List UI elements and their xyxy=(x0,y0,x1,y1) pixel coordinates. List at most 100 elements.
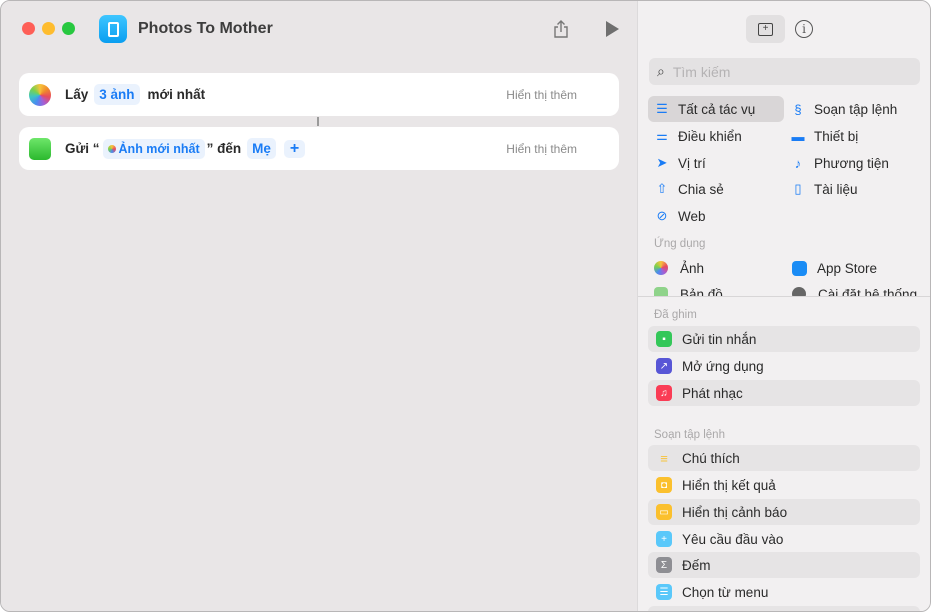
action-get-latest-photos[interactable]: Lấy 3 ảnh mới nhất Hiển thị thêm xyxy=(19,73,619,116)
category-label: Tài liệu xyxy=(814,181,858,197)
alert-icon: ▭ xyxy=(656,504,672,520)
zoom-button[interactable] xyxy=(62,22,75,35)
app-app-store[interactable]: App Store xyxy=(792,255,877,281)
category-all-actions[interactable]: ☰ Tất cả tác vụ xyxy=(648,96,784,122)
action-ask-input[interactable]: + Yêu cầu đầu vào xyxy=(648,526,920,552)
category-label: Phương tiện xyxy=(814,155,889,171)
app-photos[interactable]: Ảnh xyxy=(654,255,704,281)
action-label: Hiển thị cảnh báo xyxy=(682,504,788,520)
show-result-icon: ◘ xyxy=(656,477,672,493)
editor-pane: Photos To Mother Lấy 3 ảnh mới nhất Hiển… xyxy=(1,1,637,611)
share-icon[interactable] xyxy=(553,19,569,39)
action-label: Chú thích xyxy=(682,450,740,466)
search-icon: ⌕ xyxy=(657,63,665,79)
info-icon[interactable]: i xyxy=(795,20,813,38)
app-store-icon xyxy=(792,260,807,276)
shortcut-title[interactable]: Photos To Mother xyxy=(138,20,273,38)
action-choose-from-menu[interactable]: ☰ Chọn từ menu xyxy=(648,579,920,605)
action-show-alert[interactable]: ▭ Hiển thị cảnh báo xyxy=(648,499,920,525)
app-system-settings[interactable]: Cài đặt hệ thống xyxy=(792,281,917,296)
category-web[interactable]: ⊘ Web xyxy=(654,203,706,229)
app-label: App Store xyxy=(817,260,878,276)
photos-icon xyxy=(654,261,668,275)
category-label: Web xyxy=(678,208,706,224)
pane-divider[interactable] xyxy=(638,296,930,297)
category-label: Chia sẻ xyxy=(678,181,724,197)
ask-input-icon: + xyxy=(656,531,672,547)
music-note-icon: ♪ xyxy=(794,155,802,171)
variable-label: Ảnh mới nhất xyxy=(118,141,200,156)
pinned-send-message[interactable]: ▪ Gửi tin nhắn xyxy=(648,326,920,352)
show-more-link[interactable]: Hiển thị thêm xyxy=(506,88,577,102)
messages-icon: ▪ xyxy=(656,331,672,347)
action-label: Phát nhạc xyxy=(682,385,743,401)
action-comment[interactable]: ≡ Chú thích xyxy=(648,445,920,471)
scripting-icon: § xyxy=(794,101,802,117)
action-verb: Lấy xyxy=(65,87,89,102)
open-app-icon: ↗ xyxy=(656,358,672,374)
shortcuts-window: Photos To Mother Lấy 3 ảnh mới nhất Hiển… xyxy=(0,0,931,612)
menu-icon: ☰ xyxy=(656,584,672,600)
category-sharing[interactable]: ⇧ Chia sẻ xyxy=(654,176,724,202)
messages-icon xyxy=(29,137,51,160)
app-label: Cài đặt hệ thống xyxy=(818,286,918,297)
category-scripting[interactable]: § Soạn tập lệnh xyxy=(790,96,897,122)
action-label: Chọn từ menu xyxy=(682,584,769,600)
music-icon: ♫ xyxy=(656,385,672,401)
category-label: Điều khiển xyxy=(678,128,742,144)
action-label: Yêu cầu đầu vào xyxy=(682,531,784,547)
scripting-header: Soạn tập lệnh xyxy=(654,429,725,441)
category-label: Tất cả tác vụ xyxy=(678,101,756,117)
apps-list: Ảnh App Store Bản đồ Cài đặt hệ thống xyxy=(638,255,930,296)
action-verb: Gửi “ xyxy=(65,141,100,156)
action-label: Mở ứng dụng xyxy=(682,358,764,374)
pinned-header: Đã ghim xyxy=(654,309,697,321)
app-label: Ảnh xyxy=(680,260,705,276)
category-label: Vị trí xyxy=(678,155,706,171)
maps-icon xyxy=(654,287,668,296)
action-mid: ” đến xyxy=(206,141,242,156)
action-next[interactable] xyxy=(648,606,920,611)
latest-photos-variable[interactable]: Ảnh mới nhất xyxy=(102,138,205,159)
action-label: Hiển thị kết quả xyxy=(682,477,776,493)
minimize-button[interactable] xyxy=(42,22,55,35)
add-action-icon: + xyxy=(758,22,773,36)
app-maps[interactable]: Bản đồ xyxy=(654,281,723,296)
run-icon[interactable] xyxy=(606,21,619,37)
category-documents[interactable]: ▯ Tài liệu xyxy=(790,176,858,202)
category-location[interactable]: ➤ Vị trí xyxy=(654,150,706,176)
category-media[interactable]: ♪ Phương tiện xyxy=(790,150,889,176)
location-arrow-icon: ➤ xyxy=(656,155,668,170)
show-more-link[interactable]: Hiển thị thêm xyxy=(506,142,577,156)
action-send-message[interactable]: Gửi “ Ảnh mới nhất ” đến Mẹ + Hiển thị t… xyxy=(19,127,619,170)
comment-lines-icon: ≡ xyxy=(660,450,668,466)
action-show-result[interactable]: ◘ Hiển thị kết quả xyxy=(648,472,920,498)
pinned-play-music[interactable]: ♫ Phát nhạc xyxy=(648,380,920,406)
action-suffix: mới nhất xyxy=(147,87,206,102)
action-label: Đếm xyxy=(682,557,711,573)
close-button[interactable] xyxy=(22,22,35,35)
monitor-icon: ▬ xyxy=(791,128,805,144)
recipient-token[interactable]: Mẹ xyxy=(247,138,276,159)
shortcut-icon[interactable] xyxy=(99,15,127,43)
category-devices[interactable]: ▬ Thiết bị xyxy=(790,123,859,149)
action-library-pane: + i ⌕ Tìm kiếm ☰ Tất cả tác vụ § Soạn tập l… xyxy=(637,1,930,611)
photo-count-token[interactable]: 3 ảnh xyxy=(94,84,140,105)
category-label: Thiết bị xyxy=(814,128,859,144)
document-icon: ▯ xyxy=(794,181,802,196)
action-connector xyxy=(317,117,319,126)
sigma-icon: Σ xyxy=(656,557,672,573)
add-recipient-button[interactable]: + xyxy=(283,139,306,158)
apps-header: Ứng dụng xyxy=(654,238,706,250)
action-count[interactable]: Σ Đếm xyxy=(648,552,920,578)
category-controls[interactable]: ⚌ Điều khiển xyxy=(654,123,742,149)
photos-icon xyxy=(29,83,51,106)
pinned-open-app[interactable]: ↗ Mở ứng dụng xyxy=(648,353,920,379)
search-input[interactable]: ⌕ Tìm kiếm xyxy=(649,58,920,85)
list-icon: ☰ xyxy=(656,101,668,116)
app-label: Bản đồ xyxy=(680,286,723,297)
category-label: Soạn tập lệnh xyxy=(814,101,898,117)
compass-icon: ⊘ xyxy=(656,208,668,223)
library-tab-button[interactable]: + xyxy=(746,15,785,43)
toggle-icon: ⚌ xyxy=(656,128,668,143)
